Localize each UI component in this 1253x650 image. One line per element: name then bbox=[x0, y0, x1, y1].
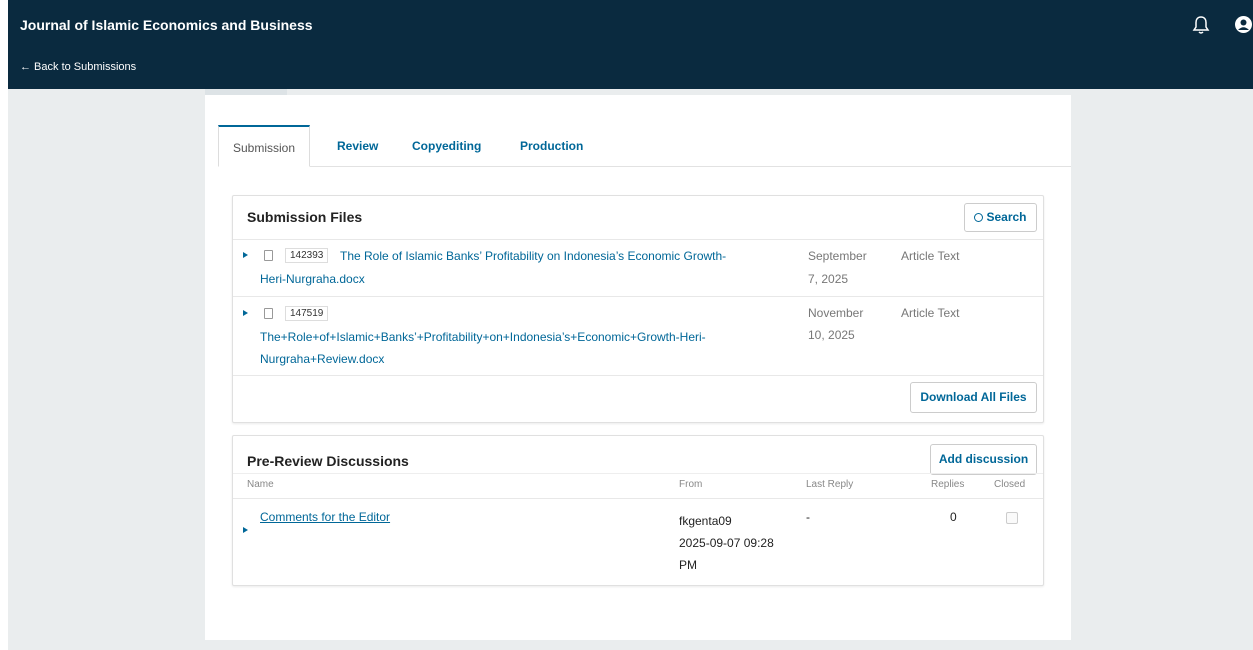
document-icon bbox=[264, 308, 273, 319]
file-date-continued: 7, 2025 bbox=[808, 272, 849, 286]
from-user: fkgenta09 bbox=[679, 514, 732, 528]
file-link-continued[interactable]: Heri-Nurgraha.docx bbox=[260, 268, 365, 290]
discussion-last-reply: - bbox=[806, 510, 810, 524]
file-date: November bbox=[808, 306, 864, 320]
search-button[interactable]: Search bbox=[964, 203, 1037, 232]
column-header-name: Name bbox=[247, 479, 274, 490]
files-footer: Download All Files bbox=[233, 375, 1043, 423]
file-type: Article Text bbox=[901, 249, 960, 263]
add-discussion-button[interactable]: Add discussion bbox=[930, 444, 1037, 475]
top-header: Journal of Islamic Economics and Busines… bbox=[8, 0, 1253, 89]
bell-icon[interactable] bbox=[1192, 15, 1210, 35]
document-icon bbox=[264, 250, 273, 261]
column-header-closed: Closed bbox=[994, 479, 1026, 490]
search-icon bbox=[974, 213, 984, 222]
tab-copyediting[interactable]: Copyediting bbox=[412, 125, 481, 167]
expand-caret-icon[interactable] bbox=[243, 527, 248, 533]
file-link-continued[interactable]: Nurgraha+Review.docx bbox=[260, 348, 384, 370]
closed-checkbox[interactable] bbox=[1006, 512, 1018, 524]
column-header-from: From bbox=[679, 479, 703, 490]
tab-production[interactable]: Production bbox=[520, 125, 583, 167]
expand-caret-icon[interactable] bbox=[243, 310, 248, 316]
site-title[interactable]: Journal of Islamic Economics and Busines… bbox=[20, 17, 313, 33]
file-type: Article Text bbox=[901, 306, 960, 320]
file-id-badge: 147519 bbox=[285, 306, 329, 321]
from-date: 2025-09-07 09:28 bbox=[679, 536, 774, 550]
back-to-submissions-link[interactable]: ← Back to Submissions bbox=[20, 61, 136, 73]
user-icon[interactable] bbox=[1234, 15, 1253, 34]
tab-review[interactable]: Review bbox=[337, 125, 378, 167]
file-row: 147519 The+Role+of+Islamic+Banks’+Profit… bbox=[233, 296, 1043, 375]
discussion-from: fkgenta09 2025-09-07 09:28 PM bbox=[679, 510, 799, 576]
tab-submission[interactable]: Submission bbox=[218, 125, 311, 167]
submission-files-card: Submission Files Search 142393 The Role … bbox=[232, 195, 1044, 423]
column-header-last-reply: Last Reply bbox=[806, 479, 854, 490]
expand-caret-icon[interactable] bbox=[243, 252, 248, 258]
submission-files-title: Submission Files bbox=[247, 209, 363, 225]
search-button-label: Search bbox=[986, 210, 1027, 224]
from-time: PM bbox=[679, 558, 697, 572]
pre-review-discussions-card: Pre-Review Discussions Add discussion Na… bbox=[232, 435, 1044, 586]
file-date: September bbox=[808, 249, 867, 263]
file-id-badge: 142393 bbox=[285, 248, 329, 263]
discussion-link[interactable]: Comments for the Editor bbox=[260, 510, 390, 524]
file-date-continued: 10, 2025 bbox=[808, 328, 855, 342]
table-divider bbox=[233, 473, 1043, 474]
file-link[interactable]: The+Role+of+Islamic+Banks’+Profitability… bbox=[260, 326, 706, 348]
discussion-replies: 0 bbox=[950, 510, 957, 524]
column-header-replies: Replies bbox=[931, 479, 965, 490]
discussions-title: Pre-Review Discussions bbox=[247, 453, 409, 469]
file-link[interactable]: The Role of Islamic Banks’ Profitability… bbox=[340, 245, 726, 267]
table-divider bbox=[233, 498, 1043, 499]
workflow-tabs: Submission Review Copyediting Production bbox=[218, 125, 1071, 167]
download-all-files-button[interactable]: Download All Files bbox=[910, 382, 1037, 413]
file-row: 142393 The Role of Islamic Banks’ Profit… bbox=[233, 239, 1043, 296]
